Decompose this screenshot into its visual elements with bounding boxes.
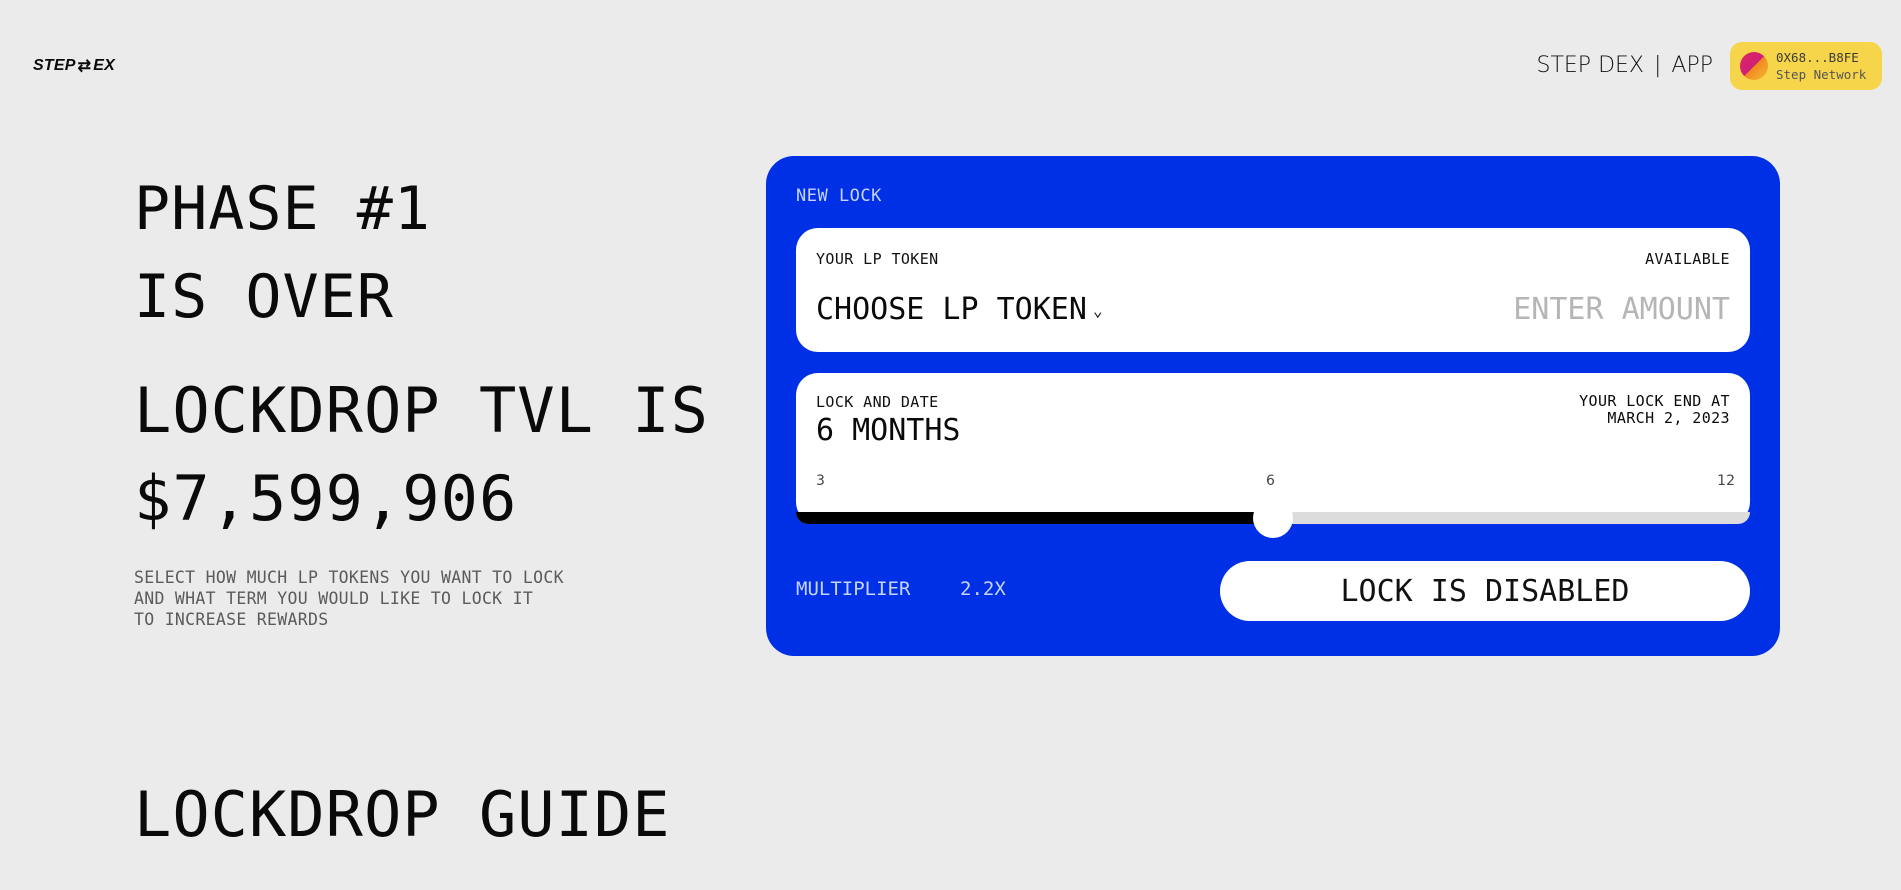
lp-token-label: YOUR LP TOKEN [816, 250, 939, 268]
amount-input[interactable] [1370, 288, 1730, 330]
phase-line-2: IS OVER [134, 262, 394, 332]
phase-line-1: PHASE #1 [134, 174, 431, 244]
choose-lp-token-label: CHOOSE LP TOKEN [816, 292, 1087, 327]
nav-link-app[interactable]: APP [1671, 53, 1713, 78]
wallet-button[interactable]: 0X68...B8FE Step Network [1730, 42, 1882, 90]
nav-separator: | [1653, 53, 1662, 78]
step-dex-logo[interactable]: STEP ⇄ EX [33, 56, 115, 76]
lockdrop-guide-heading: LOCKDROP GUIDE [134, 778, 671, 851]
choose-lp-token-dropdown[interactable]: CHOOSE LP TOKEN ⌄ [816, 292, 1103, 327]
multiplier-value: 2.2X [960, 578, 1006, 600]
tvl-heading: LOCKDROP TVL IS $7,599,906 [134, 367, 709, 543]
slider-tick-mid: 6 [1266, 473, 1275, 489]
lock-duration-panel: LOCK AND DATE 6 MONTHS YOUR LOCK END AT … [796, 373, 1750, 538]
top-nav: STEP DEX | APP [1537, 53, 1714, 78]
hero-description: SELECT HOW MUCH LP TOKENS YOU WANT TO LO… [134, 568, 564, 629]
wallet-address: 0X68...B8FE [1776, 50, 1859, 65]
slider-tick-min: 3 [816, 473, 825, 489]
card-title: NEW LOCK [796, 186, 882, 206]
lp-token-panel: YOUR LP TOKEN AVAILABLE CHOOSE LP TOKEN … [796, 228, 1750, 352]
slider-tick-max: 12 [1717, 473, 1735, 489]
new-lock-card: NEW LOCK YOUR LP TOKEN AVAILABLE CHOOSE … [766, 156, 1780, 656]
lock-end-date: MARCH 2, 2023 [1607, 409, 1730, 427]
wallet-info: 0X68...B8FE Step Network [1776, 49, 1866, 83]
wallet-network: Step Network [1776, 67, 1867, 82]
tvl-value: $7,599,906 [134, 462, 518, 535]
lock-end-info: YOUR LOCK END AT MARCH 2, 2023 [1579, 393, 1730, 427]
lock-end-label: YOUR LOCK END AT [1579, 392, 1730, 410]
slider-fill [796, 512, 1273, 524]
lock-duration-value: 6 MONTHS [816, 413, 961, 448]
multiplier-label: MULTIPLIER [796, 578, 911, 600]
wallet-avatar-icon [1740, 52, 1768, 80]
swap-arrows-icon: ⇄ [77, 58, 92, 75]
logo-text-left: STEP [33, 57, 76, 74]
lock-and-date-label: LOCK AND DATE [816, 393, 939, 411]
nav-link-step-dex[interactable]: STEP DEX [1537, 53, 1644, 78]
phase-heading: PHASE #1 IS OVER [134, 165, 709, 341]
logo-text-right: EX [93, 57, 115, 74]
available-label: AVAILABLE [1645, 250, 1730, 268]
hero-section: PHASE #1 IS OVER LOCKDROP TVL IS $7,599,… [134, 165, 709, 630]
lock-button[interactable]: LOCK IS DISABLED [1220, 561, 1750, 621]
chevron-down-icon: ⌄ [1092, 301, 1103, 320]
slider-thumb[interactable] [1253, 498, 1293, 538]
tvl-line-1: LOCKDROP TVL IS [134, 374, 709, 447]
